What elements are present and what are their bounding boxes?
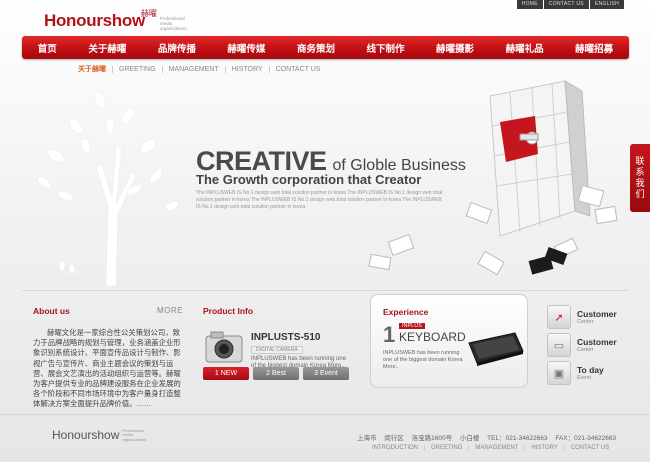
footer-link-greeting[interactable]: GREETING <box>424 445 468 451</box>
footer-link-introduction[interactable]: INTRODUCTION <box>372 445 424 451</box>
nav-recruit[interactable]: 赫曜招募 <box>575 41 613 55</box>
contact-us-link[interactable]: CONTACT US <box>543 0 589 9</box>
pager-best[interactable]: 2 Best <box>253 367 299 380</box>
subnav-about[interactable]: 关于赫曜 <box>78 64 112 74</box>
about-text: 赫曜文化是一家综合性公关策划公司，致力于品牌战略的规划与管理，业务涵盖企业形象识… <box>33 328 181 409</box>
experience-name: KEYBOARD <box>399 330 466 344</box>
customer-support-sub: Center <box>577 347 594 353</box>
nav-about[interactable]: 关于赫曜 <box>88 41 126 55</box>
tree-illustration <box>37 91 179 286</box>
pager-new[interactable]: 1 NEW <box>203 367 249 380</box>
today-event-sub: Event <box>577 375 592 381</box>
pager-event[interactable]: 3 Event <box>303 367 349 380</box>
product-caption: DIGITAL CAMERA <box>251 346 303 354</box>
footer-address: 上海市 闵行区 洛宝路1600号 小白楼 TEL：021-34622663 FA… <box>357 435 617 442</box>
cursor-icon: ➚ <box>547 305 571 329</box>
nav-media[interactable]: 赫曜传媒 <box>227 41 265 55</box>
today-event-title: To day <box>577 365 604 375</box>
product-pager: 1 NEW 2 Best 3 Event <box>203 367 353 380</box>
site-logo[interactable]: Honourshow 赫曜 Professional media organiz… <box>44 9 194 31</box>
keyboard-icon <box>468 332 524 366</box>
nav-gifts[interactable]: 赫曜礼品 <box>506 41 544 55</box>
experience-title: Experience <box>383 307 429 317</box>
today-event-button[interactable]: ▣ To day Event <box>547 361 627 385</box>
footer-logo-word: Honourshow <box>52 428 120 442</box>
home-link[interactable]: HOME <box>516 0 543 9</box>
footer-logo: Honourshow Professional media organizati… <box>52 428 148 442</box>
main-nav: 首页 关于赫曜 品牌传播 赫曜传媒 商务策划 线下制作 赫曜摄影 赫曜礼品 赫曜… <box>22 36 629 59</box>
footer-link-history[interactable]: HISTORY <box>524 445 563 451</box>
nav-production[interactable]: 线下制作 <box>367 41 405 55</box>
subnav-management[interactable]: MANAGEMENT <box>161 65 225 73</box>
customer-support-button[interactable]: ▭ Customer Center <box>547 333 627 357</box>
logo-tagline: Professional media organizations <box>159 16 187 31</box>
experience-card[interactable]: Experience 1 INPLUS KEYBOARD INPLUSWEB h… <box>370 294 528 388</box>
footer-links: INTRODUCTION GREETING MANAGEMENT HISTORY… <box>372 445 615 451</box>
product-title: Product Info <box>203 306 254 316</box>
nav-photo[interactable]: 赫曜摄影 <box>436 41 474 55</box>
footer-link-contact[interactable]: CONTACT US <box>563 445 615 451</box>
subnav-greeting[interactable]: GREETING <box>112 65 162 73</box>
nav-business[interactable]: 商务策划 <box>297 41 335 55</box>
footer-link-management[interactable]: MANAGEMENT <box>468 445 524 451</box>
logo-word: Honourshow <box>44 11 145 30</box>
section-divider <box>22 290 629 291</box>
gift-icon: ▣ <box>547 361 571 385</box>
footer-divider <box>0 414 650 415</box>
subnav-history[interactable]: HISTORY <box>224 65 269 73</box>
experience-kicker: INPLUS <box>399 323 425 329</box>
about-more-link[interactable]: MORE <box>157 306 183 315</box>
contact-side-tab[interactable]: 联系我们 <box>630 144 650 212</box>
nav-home[interactable]: 首页 <box>38 41 57 55</box>
customer-center-button[interactable]: ➚ Customer Center <box>547 305 627 329</box>
customer-center-title: Customer <box>577 309 617 319</box>
utility-links: HOME CONTACT US ENGLISH <box>516 0 624 9</box>
experience-number: 1 <box>383 322 396 347</box>
puzzle-illustration <box>368 80 618 276</box>
camera-icon <box>205 331 243 363</box>
monitor-icon: ▭ <box>547 333 571 357</box>
logo-chinese: 赫曜 <box>140 9 157 18</box>
about-section: About us MORE 赫曜文化是一家综合性公关策划公司，致力于品牌战略的规… <box>33 306 183 410</box>
english-link[interactable]: ENGLISH <box>589 0 624 9</box>
customer-center-sub: Center <box>577 319 594 325</box>
experience-description: INPLUSWEB has been running one of the bi… <box>383 350 463 370</box>
nav-brand[interactable]: 品牌传播 <box>158 41 196 55</box>
sub-nav: 关于赫曜 GREETING MANAGEMENT HISTORY CONTACT… <box>78 64 326 74</box>
product-name: INPLUSTS-510 <box>251 332 321 343</box>
footer-logo-tagline: Professional media organizations <box>122 427 147 442</box>
customer-support-title: Customer <box>577 337 617 347</box>
subnav-contact[interactable]: CONTACT US <box>268 65 327 73</box>
